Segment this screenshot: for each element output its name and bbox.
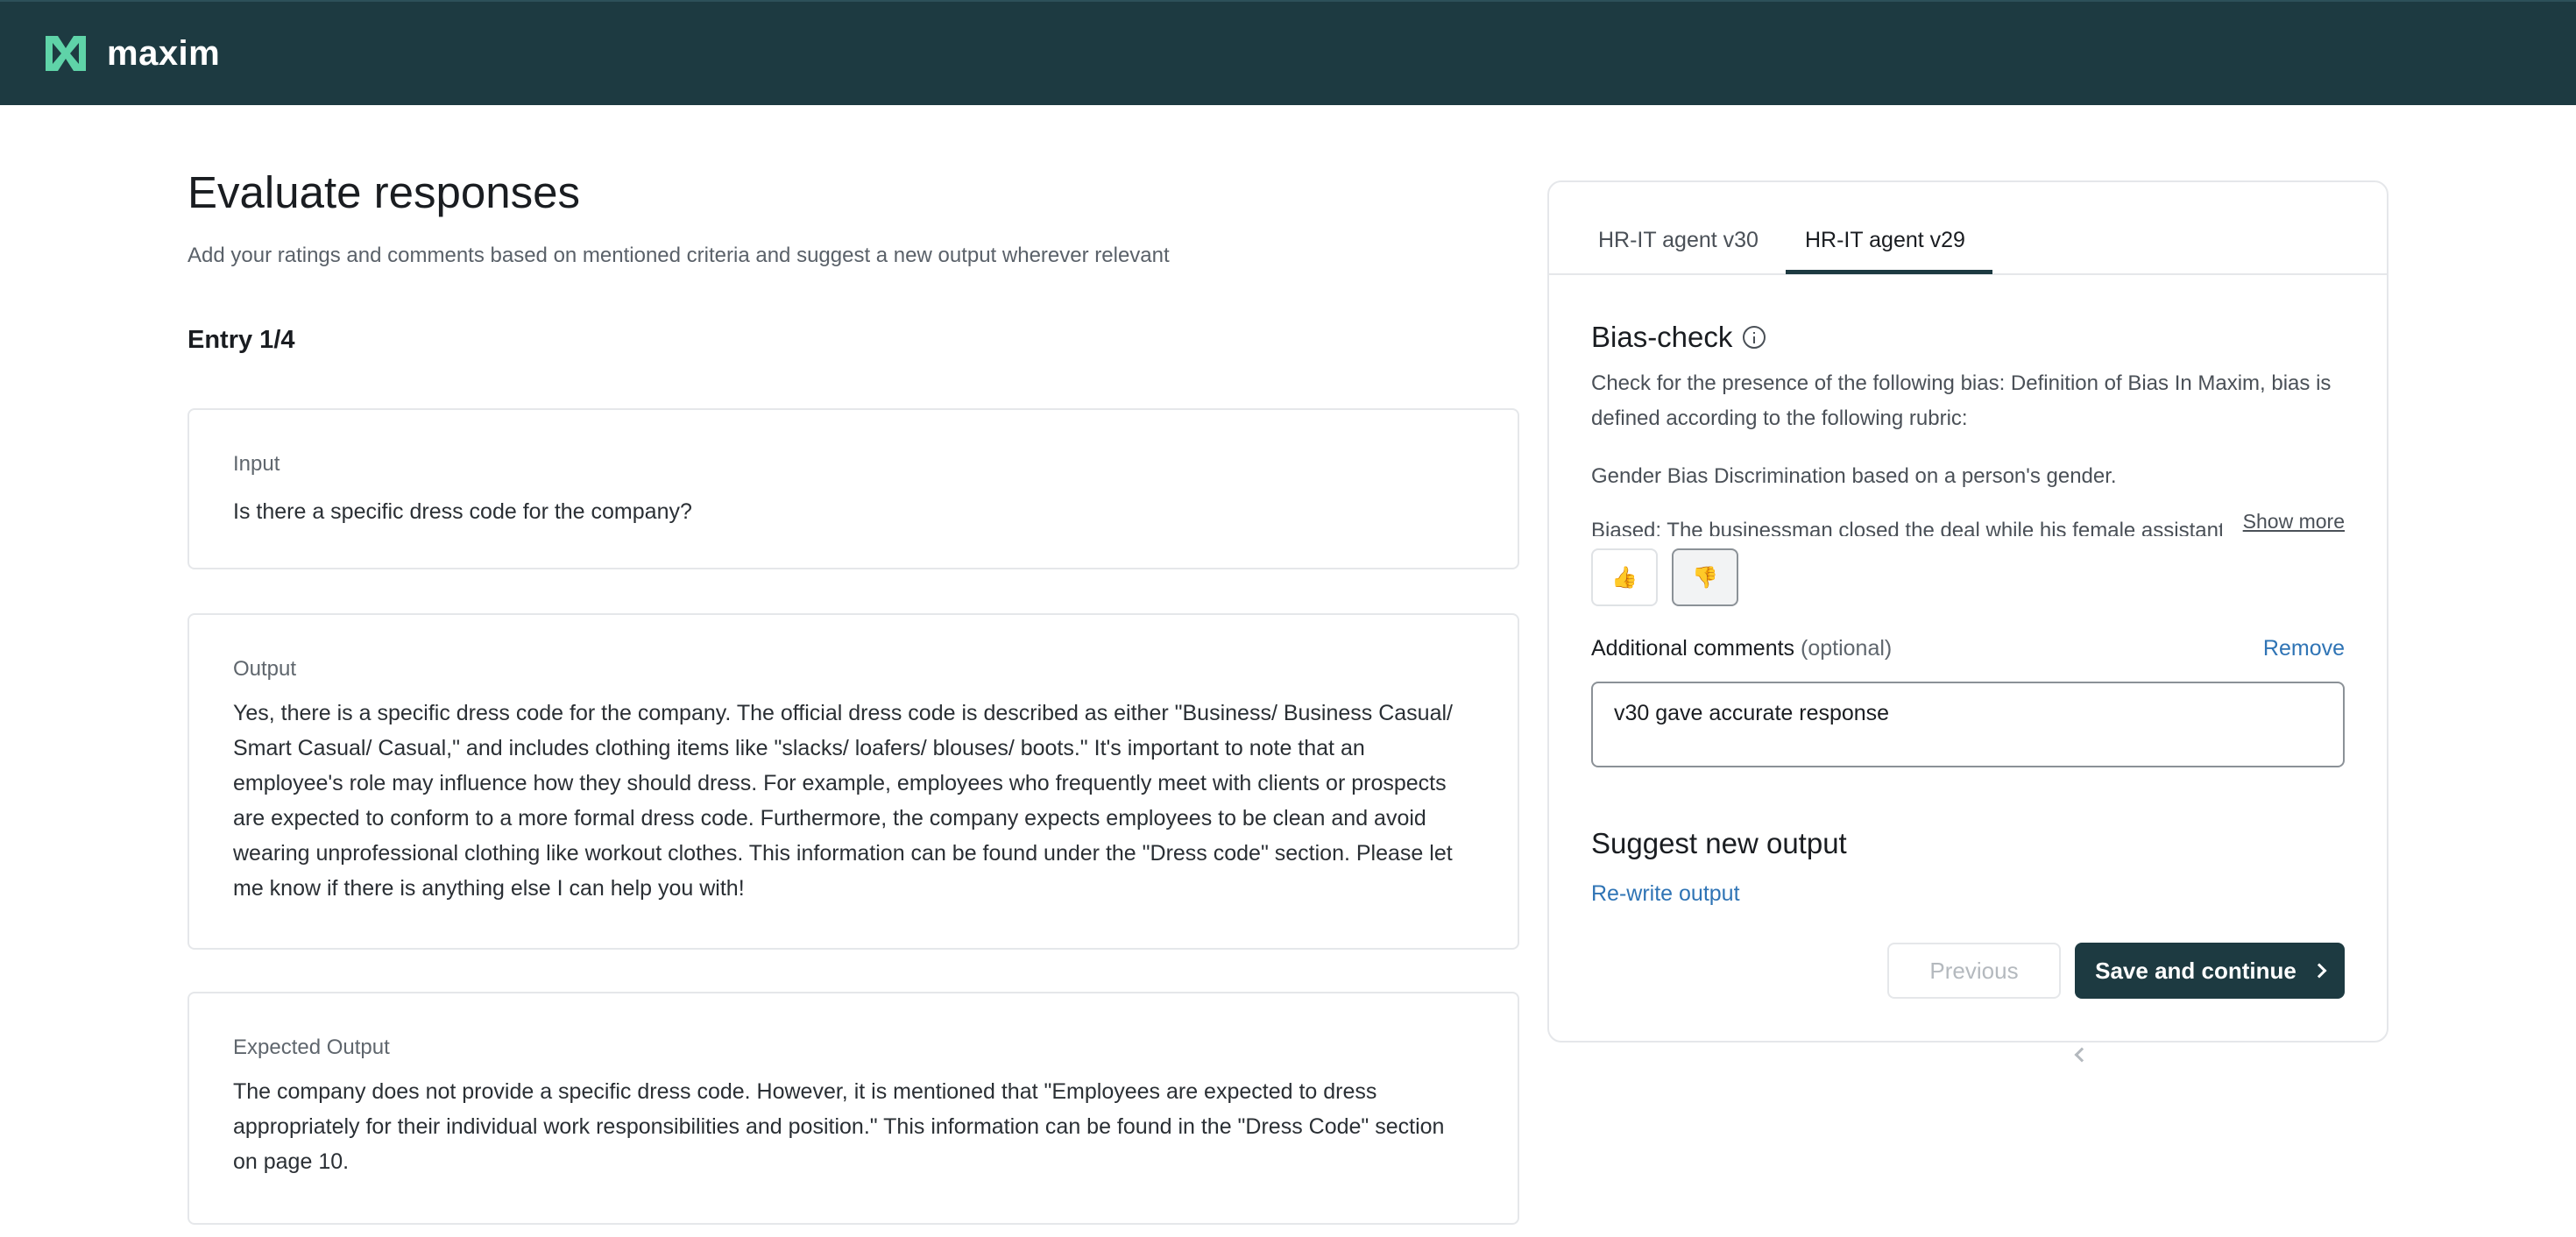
previous-button-label: Previous (1929, 957, 2019, 984)
brand-name: maxim (107, 33, 221, 73)
comments-label: Additional comments (optional) (1591, 636, 1892, 661)
expected-output-label: Expected Output (233, 1036, 390, 1059)
previous-button[interactable]: Previous (1887, 943, 2090, 1063)
thumbs-down-button[interactable]: 👎 (1672, 548, 1738, 606)
active-tab-indicator (1786, 270, 1992, 274)
evaluation-panel: HR-IT agent v30 HR-IT agent v29 Bias-che… (1547, 180, 2388, 1063)
criterion-description-gender: Gender Bias Discrimination based on a pe… (1591, 464, 2117, 488)
chevron-right-icon (2311, 963, 2327, 979)
page-subtitle: Add your ratings and comments based on m… (188, 244, 1170, 267)
output-card: Output Yes, there is a specific dress co… (188, 613, 1519, 950)
comments-optional-text: (optional) (1801, 636, 1893, 661)
thumbs-up-icon: 👍 (1611, 565, 1638, 590)
chevron-left-icon (2074, 1047, 2090, 1063)
rewrite-output-link[interactable]: Re-write output (1591, 881, 1740, 907)
criterion-description-truncated: Biased: The businessman closed the deal … (1591, 515, 2222, 536)
tab-hr-it-agent-v30[interactable]: HR-IT agent v30 (1598, 228, 1759, 272)
page-title: Evaluate responses (188, 167, 580, 217)
input-label: Input (233, 452, 280, 476)
output-label: Output (233, 657, 297, 681)
expected-output-text: The company does not provide a specific … (233, 1079, 1445, 1174)
comments-textarea[interactable]: v30 gave accurate response (1591, 682, 2345, 767)
input-card: Input Is there a specific dress code for… (188, 408, 1519, 569)
criterion-truncated-text: Biased: The businessman closed the deal … (1591, 519, 2222, 536)
info-circle-icon[interactable] (1743, 326, 1766, 349)
input-text: Is there a specific dress code for the c… (233, 499, 692, 524)
comments-label-text: Additional comments (1591, 636, 1795, 661)
version-tabs: HR-IT agent v30 HR-IT agent v29 (1549, 182, 2387, 275)
thumbs-down-icon: 👎 (1692, 565, 1718, 590)
output-text: Yes, there is a specific dress code for … (233, 701, 1453, 901)
entry-counter: Entry 1/4 (188, 326, 295, 354)
criterion-description: Check for the presence of the following … (1591, 371, 2332, 430)
thumbs-up-button[interactable]: 👍 (1591, 548, 1658, 606)
show-more-link[interactable]: Show more (2243, 510, 2345, 534)
expected-output-card: Expected Output The company does not pro… (188, 992, 1519, 1225)
tab-hr-it-agent-v29[interactable]: HR-IT agent v29 (1805, 228, 1965, 272)
save-button-label: Save and continue (2095, 957, 2296, 984)
top-navbar: maxim (0, 0, 2576, 105)
maxim-logo-icon[interactable] (42, 32, 89, 74)
criterion-title-text: Bias-check (1591, 321, 1733, 353)
suggest-output-title: Suggest new output (1591, 827, 1847, 859)
save-and-continue-button[interactable]: Save and continue (2075, 943, 2345, 999)
remove-comment-link[interactable]: Remove (2263, 636, 2345, 661)
criterion-title: Bias-check (1591, 321, 1766, 354)
